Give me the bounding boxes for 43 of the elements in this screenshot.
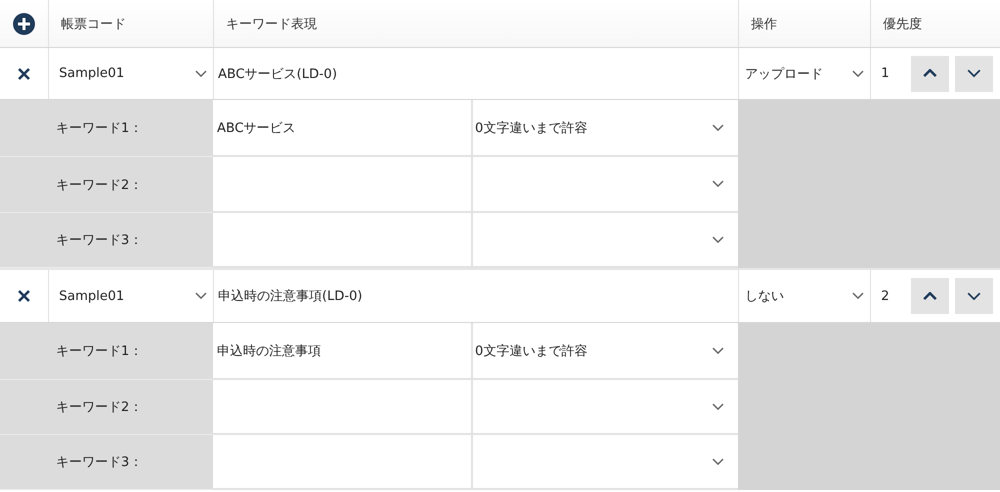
- code-dropdown[interactable]: Sample01: [53, 270, 213, 322]
- keyword-label: キーワード1：: [56, 120, 142, 137]
- keyword-label: キーワード2：: [56, 176, 142, 194]
- column-header: キーワード表現: [226, 16, 317, 32]
- delete-icon[interactable]: [18, 290, 30, 302]
- keyword-label: キーワード3：: [56, 454, 142, 471]
- chevron-down-icon: [712, 402, 724, 410]
- move-up-button[interactable]: [911, 278, 949, 314]
- chevron-up-icon: [923, 292, 937, 300]
- keyword-label: キーワード2：: [56, 399, 142, 416]
- delete-icon[interactable]: [18, 68, 30, 80]
- chevron-down-icon: [712, 180, 724, 188]
- chevron-down-icon: [852, 70, 864, 78]
- chevron-down-icon: [712, 124, 724, 132]
- column-header: 優先度: [883, 16, 922, 32]
- chevron-up-icon: [923, 69, 937, 78]
- chevron-down-icon: [195, 292, 207, 300]
- chevron-down-icon: [967, 292, 981, 300]
- expression-text: 申込時の注意事項(LD-0): [218, 288, 362, 305]
- move-down-button[interactable]: [955, 278, 993, 314]
- code-dropdown[interactable]: Sample01: [53, 48, 213, 99]
- keyword-field[interactable]: 申込時の注意事項: [213, 323, 473, 378]
- keyword-field[interactable]: ABCサービス: [213, 100, 473, 155]
- operation-dropdown[interactable]: アップロード: [743, 48, 870, 99]
- move-up-button[interactable]: [911, 56, 949, 92]
- chevron-down-icon: [195, 70, 207, 78]
- column-header: 操作: [751, 16, 777, 32]
- tolerance-dropdown[interactable]: 0文字違いまで許容: [473, 100, 738, 155]
- operation-dropdown[interactable]: しない: [743, 270, 870, 322]
- chevron-down-icon: [712, 346, 724, 354]
- tolerance-dropdown[interactable]: 0文字違いまで許容: [473, 323, 738, 378]
- chevron-down-icon: [712, 458, 724, 466]
- move-down-button[interactable]: [955, 56, 993, 92]
- keyword-label: キーワード3：: [56, 232, 142, 249]
- priority-value: 1: [881, 66, 890, 81]
- add-icon[interactable]: [13, 12, 35, 34]
- expression-text: ABCサービス(LD-0): [218, 66, 338, 82]
- chevron-down-icon: [967, 69, 981, 78]
- chevron-down-icon: [712, 236, 724, 244]
- priority-value: 2: [881, 288, 890, 304]
- column-header: 帳票コード: [61, 16, 126, 32]
- keyword-label: キーワード1：: [56, 343, 142, 360]
- chevron-down-icon: [852, 292, 864, 300]
